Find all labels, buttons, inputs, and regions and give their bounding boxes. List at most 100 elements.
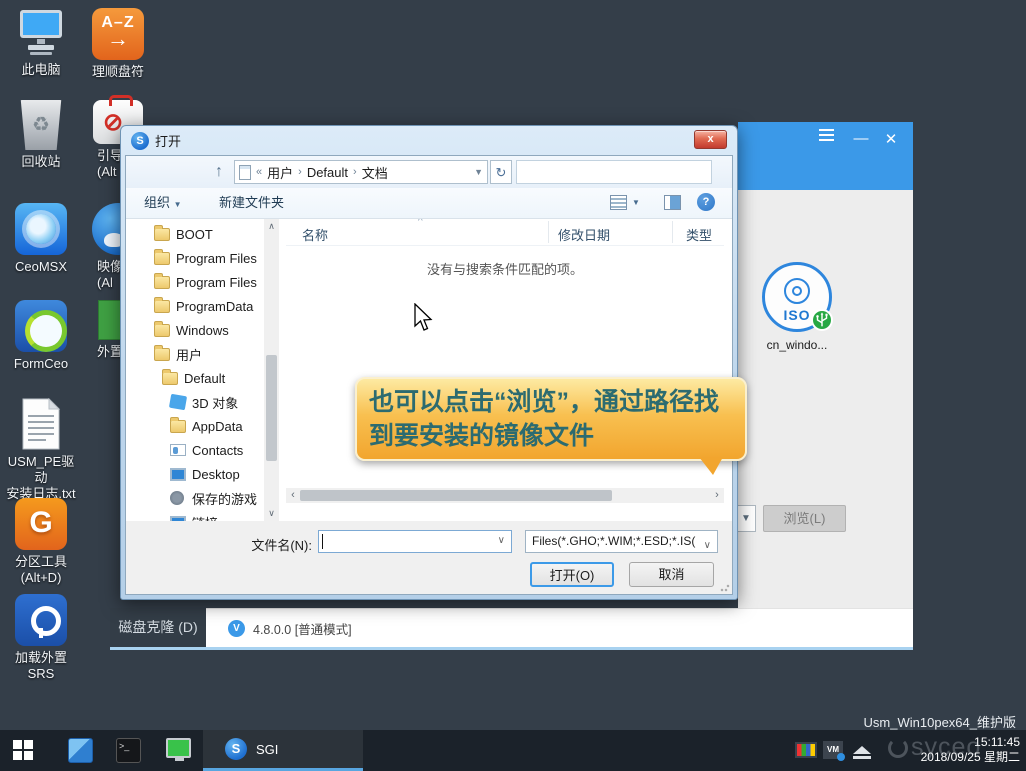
- computer-icon: [2, 8, 80, 58]
- scrollbar-thumb[interactable]: [300, 490, 612, 501]
- tree-item[interactable]: 用户: [126, 342, 264, 366]
- tree-item[interactable]: Program Files: [126, 246, 264, 270]
- sgi-logo-icon: S: [225, 738, 247, 760]
- pe-tool-icon[interactable]: [166, 738, 191, 758]
- folder-icon: [154, 324, 170, 337]
- column-header-name[interactable]: 名称: [302, 225, 328, 244]
- tree-item[interactable]: Desktop: [126, 462, 264, 486]
- desktop-icon-ceomsx[interactable]: CeoMSX: [2, 203, 80, 275]
- scroll-down-icon[interactable]: ∨: [264, 506, 279, 521]
- horizontal-scrollbar[interactable]: ‹ ›: [286, 488, 724, 503]
- build-version-label: Usm_Win10pex64_维护版: [700, 712, 1016, 731]
- scroll-left-icon[interactable]: ‹: [286, 488, 300, 503]
- tree-scrollbar[interactable]: ∧ ∨: [264, 219, 279, 521]
- taskbar: S SGI VM 15:11:45 2018/09/25 星期二: [0, 730, 1026, 771]
- cancel-button[interactable]: 取消: [629, 562, 714, 587]
- column-header-date[interactable]: 修改日期: [558, 225, 610, 244]
- tree-item[interactable]: AppData: [126, 414, 264, 438]
- dialog-titlebar: S 打开: [131, 131, 181, 150]
- desktop-icon-label: CeoMSX: [2, 259, 80, 275]
- column-header-type[interactable]: 类型: [686, 225, 712, 244]
- close-icon[interactable]: ✕: [879, 130, 903, 148]
- desktop-icon-load-srs[interactable]: 加载外置SRS: [2, 594, 80, 682]
- tree-item[interactable]: 链接: [126, 510, 264, 521]
- image-path-dropdown[interactable]: ▼: [736, 505, 756, 532]
- task-label: SGI: [256, 742, 278, 757]
- breadcrumb-item[interactable]: 文档: [362, 163, 388, 182]
- cmd-icon[interactable]: [116, 738, 141, 763]
- taskbar-task-sgi[interactable]: S SGI: [203, 730, 363, 771]
- desktop-icon-formceo[interactable]: FormCeo: [2, 300, 80, 372]
- clock-time: 15:11:45: [921, 735, 1020, 750]
- folder-icon: [154, 348, 170, 361]
- tab-disk-clone[interactable]: 磁盘克隆 (D): [110, 608, 206, 647]
- iso-disc-icon: ISO: [762, 262, 832, 332]
- tree-item[interactable]: Contacts: [126, 438, 264, 462]
- scroll-right-icon[interactable]: ›: [710, 488, 724, 503]
- refresh-icon[interactable]: ↻: [490, 160, 512, 184]
- desktop-icon-drive-letter[interactable]: A–Z→ 理顺盘符: [79, 8, 157, 80]
- resize-grip[interactable]: [720, 582, 730, 592]
- empty-message: 没有与搜索条件匹配的项。: [286, 259, 724, 278]
- up-arrow-icon[interactable]: ↑: [208, 161, 230, 183]
- menu-icon[interactable]: [819, 134, 843, 136]
- minimize-icon[interactable]: —: [849, 130, 873, 147]
- folder-icon: [154, 276, 170, 289]
- chevron-down-icon[interactable]: ∨: [498, 535, 505, 546]
- srs-icon: [15, 594, 67, 646]
- filetype-select[interactable]: Files(*.GHO;*.WIM;*.ESD;*.IS( ∨: [525, 530, 718, 553]
- taskbar-app-icon[interactable]: [68, 738, 93, 763]
- taskbar-clock[interactable]: 15:11:45 2018/09/25 星期二: [921, 735, 1020, 765]
- chevron-down-icon[interactable]: ▼: [474, 167, 483, 177]
- tray-vm-icon[interactable]: VM: [823, 741, 843, 759]
- new-folder-button[interactable]: 新建文件夹: [219, 188, 284, 218]
- scrollbar-thumb[interactable]: [266, 355, 277, 461]
- desktop-icon-this-pc[interactable]: 此电脑: [2, 8, 80, 78]
- recycle-bin-icon: [18, 100, 64, 150]
- open-dialog: S 打开 x ↑ « 用户 › Default › 文档 ▼ ↻ 组织 ▼ 新建…: [120, 125, 738, 600]
- dialog-toolbar: 组织 ▼ 新建文件夹 ▼ ?: [126, 188, 732, 219]
- usb-badge-icon: [811, 309, 833, 331]
- help-icon[interactable]: ?: [697, 193, 715, 211]
- breadcrumb[interactable]: « 用户 › Default › 文档 ▼: [234, 160, 488, 184]
- dialog-body: ↑ « 用户 › Default › 文档 ▼ ↻ 组织 ▼ 新建文件夹 ▼ ?: [125, 155, 733, 595]
- breadcrumb-item[interactable]: 用户: [267, 163, 293, 182]
- app-statusbar: V 4.8.0.0 [普通模式]: [206, 608, 913, 647]
- browse-button[interactable]: 浏览(L): [763, 505, 846, 532]
- tray-display-icon[interactable]: [795, 742, 817, 758]
- folder-icon: [154, 300, 170, 313]
- tree-item[interactable]: ProgramData: [126, 294, 264, 318]
- scroll-up-icon[interactable]: ∧: [264, 219, 279, 234]
- filename-input[interactable]: ∨: [318, 530, 512, 553]
- close-button[interactable]: x: [694, 130, 727, 149]
- filename-label: 文件名(N):: [226, 535, 312, 554]
- breadcrumb-item[interactable]: Default: [307, 165, 348, 180]
- tree-item[interactable]: 3D 对象: [126, 390, 264, 414]
- tree-item[interactable]: Program Files: [126, 270, 264, 294]
- tree-item[interactable]: 保存的游戏: [126, 486, 264, 510]
- view-mode-dropdown[interactable]: ▼: [632, 188, 640, 218]
- preview-pane-icon[interactable]: [664, 195, 681, 210]
- dialog-footer: 文件名(N): ∨ Files(*.GHO;*.WIM;*.ESD;*.IS( …: [126, 521, 732, 594]
- desktop-icon-label: 加载外置SRS: [2, 650, 80, 682]
- view-mode-icon[interactable]: [610, 195, 627, 210]
- iso-file-item[interactable]: ISO cn_windo...: [742, 262, 852, 352]
- desktop-folder-icon: [170, 468, 186, 481]
- version-badge-icon: V: [228, 620, 245, 637]
- tree-item[interactable]: BOOT: [126, 222, 264, 246]
- desktop-icon-label: 回收站: [2, 154, 80, 170]
- app-panel: ISO cn_windo...: [738, 190, 913, 608]
- start-button[interactable]: [13, 740, 34, 761]
- sgi-logo-icon: S: [131, 132, 149, 150]
- search-input[interactable]: [516, 160, 712, 184]
- app-window-edge: [110, 647, 913, 650]
- tree-item[interactable]: Default: [126, 366, 264, 390]
- desktop-icon-usm-log[interactable]: USM_PE驱动 安装日志.txt: [2, 398, 80, 502]
- desktop-icon-partition-tool[interactable]: G 分区工具 (Alt+D): [2, 498, 80, 586]
- tree-item[interactable]: Windows: [126, 318, 264, 342]
- open-button[interactable]: 打开(O): [530, 562, 614, 587]
- organize-menu[interactable]: 组织 ▼: [144, 188, 182, 218]
- tray-eject-icon[interactable]: [853, 746, 871, 754]
- text-caret: [322, 534, 323, 549]
- desktop-icon-recycle-bin[interactable]: 回收站: [2, 100, 80, 170]
